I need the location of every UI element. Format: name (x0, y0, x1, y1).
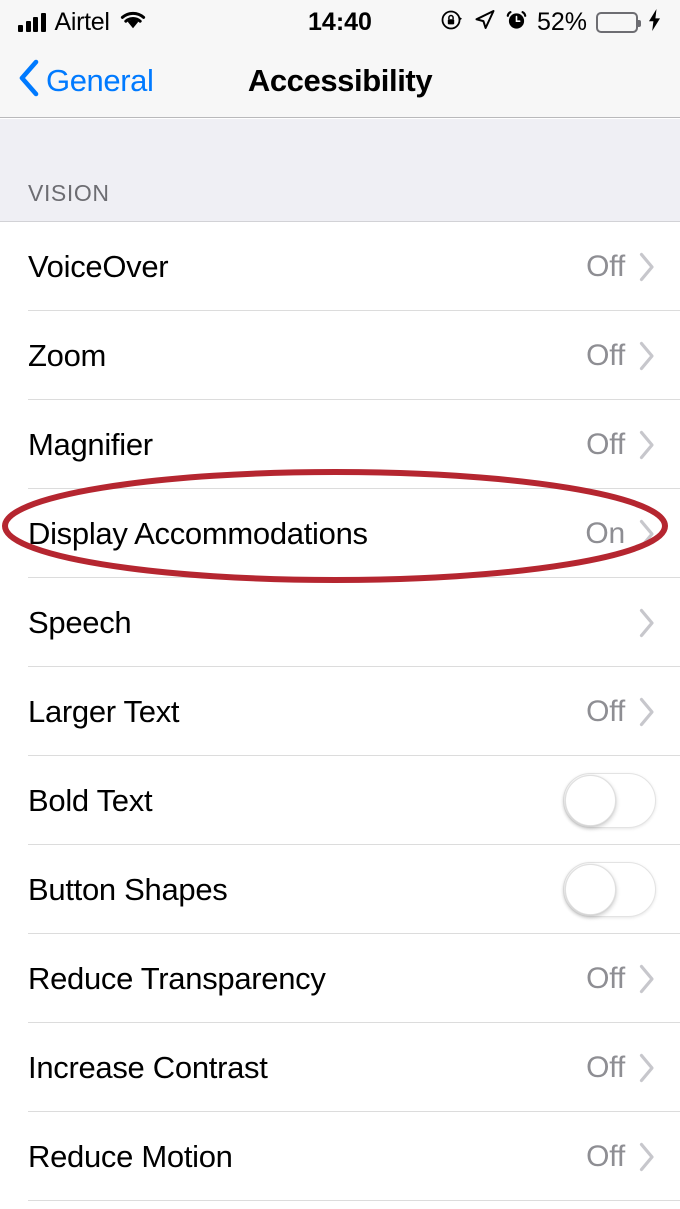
settings-row-larger-text[interactable]: Larger Text Off (0, 667, 680, 756)
row-value: Off (586, 961, 625, 995)
chevron-right-icon (639, 608, 654, 637)
row-label: Display Accommodations (28, 515, 368, 551)
row-value: Off (586, 427, 625, 461)
location-arrow-icon (473, 8, 496, 36)
row-value: Off (586, 1139, 625, 1173)
row-label: Bold Text (28, 782, 153, 818)
row-value: On (585, 516, 625, 550)
settings-list: VoiceOver Off Zoom Off Magnifier Off Display A… (0, 222, 680, 1201)
row-accessory: On (585, 517, 656, 551)
chevron-right-icon (639, 430, 654, 459)
section-header-label: VISION (28, 180, 110, 206)
section-header-vision: VISION (0, 119, 680, 222)
row-accessory: Off (586, 250, 656, 284)
page-title: Accessibility (247, 62, 433, 98)
iphone-screen: Airtel 14:40 52% General Accessibility V… (0, 0, 680, 1209)
toggle-switch[interactable] (563, 862, 656, 917)
settings-row-display-accommodations[interactable]: Display Accommodations On (0, 489, 680, 578)
wifi-icon (119, 9, 147, 35)
chevron-right-icon (639, 519, 654, 548)
row-label: VoiceOver (28, 248, 169, 284)
row-accessory: Off (586, 695, 656, 729)
row-accessory (639, 608, 656, 638)
row-label: Button Shapes (28, 871, 228, 907)
chevron-right-icon (639, 1053, 654, 1082)
settings-row-bold-text[interactable]: Bold Text (0, 756, 680, 845)
battery-percent-label: 52% (536, 7, 587, 36)
row-accessory (563, 773, 656, 828)
alarm-clock-icon (505, 8, 528, 36)
settings-row-increase-contrast[interactable]: Increase Contrast Off (0, 1023, 680, 1112)
row-label: Zoom (28, 337, 107, 373)
row-label: Reduce Motion (28, 1138, 233, 1174)
toggle-switch[interactable] (563, 773, 656, 828)
settings-row-magnifier[interactable]: Magnifier Off (0, 400, 680, 489)
status-bar-left: Airtel (18, 8, 147, 37)
row-label: Reduce Transparency (28, 960, 326, 996)
row-value: Off (586, 249, 625, 283)
toggle-knob (565, 864, 616, 915)
status-bar: Airtel 14:40 52% (0, 0, 680, 44)
carrier-label: Airtel (54, 7, 110, 36)
chevron-right-icon (639, 964, 654, 993)
row-accessory: Off (586, 1051, 656, 1085)
settings-row-zoom[interactable]: Zoom Off (0, 311, 680, 400)
row-label: Larger Text (28, 693, 180, 729)
settings-row-voiceover[interactable]: VoiceOver Off (0, 222, 680, 311)
battery-icon (596, 11, 641, 33)
row-label: Speech (28, 604, 132, 640)
chevron-right-icon (639, 341, 654, 370)
settings-row-reduce-motion[interactable]: Reduce Motion Off (0, 1112, 680, 1201)
row-accessory: Off (586, 1140, 656, 1174)
settings-row-reduce-transparency[interactable]: Reduce Transparency Off (0, 934, 680, 1023)
row-value: Off (586, 1050, 625, 1084)
row-accessory: Off (586, 339, 656, 373)
chevron-right-icon (639, 1142, 654, 1171)
row-accessory (563, 862, 656, 917)
row-accessory: Off (586, 428, 656, 462)
status-bar-right: 52% (440, 8, 662, 37)
toggle-knob (565, 775, 616, 826)
row-value: Off (586, 694, 625, 728)
chevron-right-icon (639, 252, 654, 281)
settings-row-speech[interactable]: Speech (0, 578, 680, 667)
settings-row-button-shapes[interactable]: Button Shapes (0, 845, 680, 934)
lightning-bolt-icon (647, 8, 662, 37)
signal-bars-icon (18, 12, 46, 32)
row-accessory: Off (586, 962, 656, 996)
rotation-lock-icon (440, 8, 464, 37)
row-value: Off (586, 338, 625, 372)
row-label: Magnifier (28, 426, 153, 462)
navigation-bar: General Accessibility (0, 44, 680, 118)
chevron-right-icon (639, 697, 654, 726)
row-label: Increase Contrast (28, 1049, 268, 1085)
